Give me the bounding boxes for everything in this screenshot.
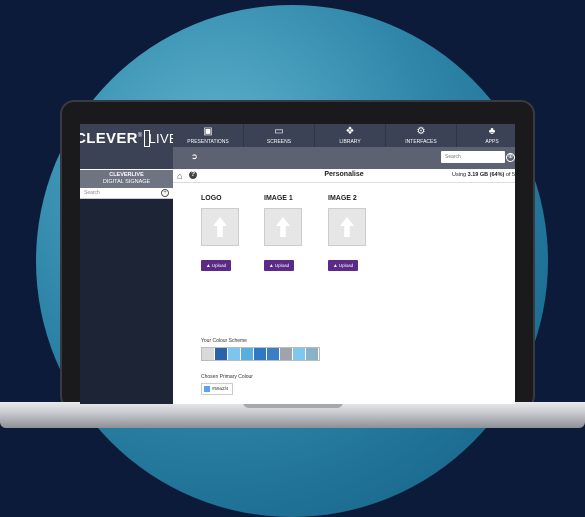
upload-icon: ▲ (268, 263, 274, 269)
brand-logo: CLEVER® LIVE (80, 124, 178, 169)
brand-reg: ® (137, 132, 143, 139)
image2-upload-button[interactable]: ▲Upload (328, 260, 358, 271)
colour-scheme-label: Your Colour Scheme (201, 338, 247, 344)
logout-icon[interactable]: ➲ (191, 153, 199, 161)
primary-colour-chip (204, 386, 210, 392)
colour-scheme-swatches (201, 347, 320, 361)
presentation-icon: ▣ (203, 126, 213, 137)
logo-upload-button[interactable]: ▲Upload (201, 260, 231, 271)
personalise-content: LOGO ▲Upload IMAGE 1 ▲Upload IMAGE 2 ▲Up… (173, 183, 515, 404)
logo-placeholder[interactable] (201, 208, 239, 246)
primary-colour-hex: #59a2f4 (212, 386, 229, 391)
upload-arrow-icon (213, 217, 227, 237)
image1-upload-group: IMAGE 1 ▲Upload (264, 195, 304, 271)
top-navigation: ▣ PRESENTATIONS ▭ SCREENS ❖ LIBRARY ⚙ IN… (173, 124, 515, 147)
nav-interfaces[interactable]: ⚙ INTERFACES (386, 124, 457, 147)
nav-label: SCREENS (266, 139, 292, 145)
nav-label: LIBRARY (339, 139, 361, 145)
library-icon: ❖ (345, 126, 355, 137)
colour-swatch[interactable] (228, 348, 241, 360)
sidebar-add-icon[interactable]: + (161, 189, 169, 197)
upload-arrow-icon (276, 217, 290, 237)
sidebar-body (80, 199, 173, 404)
brand-name: CLEVER (80, 129, 138, 147)
sidebar-search-input[interactable]: Search + (80, 188, 173, 199)
image1-label: IMAGE 1 (264, 195, 293, 202)
image2-upload-group: IMAGE 2 ▲Upload (328, 195, 368, 271)
nav-apps[interactable]: ♣ APPS (457, 124, 515, 147)
colour-swatch[interactable] (215, 348, 228, 360)
colour-swatch[interactable] (306, 348, 319, 360)
sidebar-title: CLEVERLIVE DIGITAL SIGNAGE (80, 170, 173, 188)
storage-usage: Using 3.19 GB (64%) of 5 (452, 172, 515, 178)
upload-icon: ▲ (332, 263, 338, 269)
upload-label: Upload (211, 263, 227, 268)
nav-presentations[interactable]: ▣ PRESENTATIONS (173, 124, 244, 147)
nav-label: INTERFACES (405, 139, 437, 145)
top-search-input[interactable]: Search ⊕ (441, 151, 515, 163)
image2-placeholder[interactable] (328, 208, 366, 246)
primary-colour-label: Chosen Primary Colour (201, 374, 253, 380)
usage-value: 3.19 GB (64%) (467, 172, 505, 178)
interfaces-icon: ⚙ (416, 126, 426, 137)
colour-swatch[interactable] (202, 348, 215, 360)
usage-prefix: Using (452, 172, 468, 178)
monitor-icon: ▭ (274, 126, 284, 137)
colour-swatch[interactable] (280, 348, 293, 360)
sidebar-title-line1: CLEVERLIVE (109, 172, 144, 178)
laptop-screen: CLEVER® LIVE ▣ PRESENTATIONS ▭ SCREENS ❖ … (80, 124, 515, 404)
nav-label: PRESENTATIONS (187, 139, 229, 145)
colour-swatch[interactable] (254, 348, 267, 360)
sub-navigation: ➲ Search ⊕ (173, 147, 515, 169)
upload-icon: ▲ (205, 263, 211, 269)
search-go-icon[interactable]: ⊕ (506, 153, 515, 162)
logo-label: LOGO (201, 195, 222, 202)
image2-label: IMAGE 2 (328, 195, 357, 202)
sidebar-title-line2: DIGITAL SIGNAGE (102, 179, 151, 185)
image1-upload-button[interactable]: ▲Upload (264, 260, 294, 271)
nav-screens[interactable]: ▭ SCREENS (244, 124, 315, 147)
sidebar-search-placeholder: Search (84, 190, 100, 196)
colour-swatch[interactable] (293, 348, 306, 360)
image1-placeholder[interactable] (264, 208, 302, 246)
nav-label: APPS (485, 139, 499, 145)
usage-suffix: of 5 (504, 172, 515, 178)
nav-library[interactable]: ❖ LIBRARY (315, 124, 386, 147)
colour-swatch[interactable] (267, 348, 280, 360)
upload-label: Upload (274, 263, 290, 268)
apps-icon: ♣ (488, 126, 496, 137)
primary-colour-picker[interactable]: #59a2f4 (201, 383, 233, 395)
colour-swatch[interactable] (241, 348, 254, 360)
search-placeholder: Search (445, 154, 461, 160)
upload-arrow-icon (340, 217, 354, 237)
logo-upload-group: LOGO ▲Upload (201, 195, 241, 271)
upload-label: Upload (338, 263, 354, 268)
page-header: ⌂ ? Personalise Using 3.19 GB (64%) of 5 (173, 169, 515, 183)
